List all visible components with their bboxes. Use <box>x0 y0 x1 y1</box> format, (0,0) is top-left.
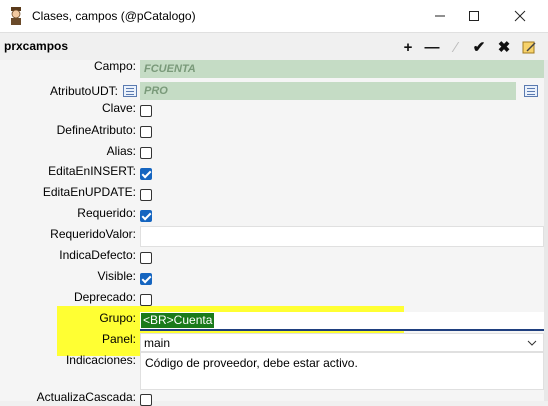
x-icon: ✖ <box>497 39 511 56</box>
atributoudt-field[interactable]: PRO <box>140 82 516 100</box>
panel-label: Panel: <box>101 332 136 346</box>
clave-label: Clave: <box>101 101 136 115</box>
scrollbar-edge[interactable] <box>544 60 548 401</box>
editaeninsert-checkbox[interactable] <box>140 168 152 180</box>
indicadefecto-checkbox[interactable] <box>140 252 152 264</box>
indicaciones-textarea[interactable]: Código de proveedor, debe estar activo. <box>140 352 544 390</box>
actualizacascada-checkbox[interactable] <box>140 394 152 406</box>
close-icon <box>514 10 526 22</box>
maximize-button[interactable] <box>457 0 491 32</box>
list-icon[interactable] <box>524 85 538 97</box>
toolbar-title: prxcampos <box>4 39 69 53</box>
add-button[interactable]: + <box>398 37 418 57</box>
deprecado-checkbox[interactable] <box>140 294 152 306</box>
visible-checkbox[interactable] <box>140 273 152 285</box>
atributoudt-label: AtributoUDT: <box>49 84 118 98</box>
grupo-label: Grupo: <box>99 311 136 325</box>
notes-button[interactable] <box>519 37 539 57</box>
cancel-button[interactable]: ✖ <box>494 37 514 57</box>
requerido-label: Requerido: <box>77 206 136 220</box>
minus-icon: — <box>424 38 440 56</box>
grupo-field[interactable]: <BR>Cuenta <box>140 312 544 331</box>
indicaciones-text: Código de proveedor, debe estar activo. <box>145 356 358 370</box>
panel-selected-value: main <box>144 336 171 350</box>
confirm-button[interactable]: ✔ <box>469 37 489 57</box>
alias-label: Alias: <box>106 144 136 158</box>
defineatributo-label: DefineAtributo: <box>56 123 136 137</box>
grupo-selected-text: <BR>Cuenta <box>141 313 215 328</box>
indicadefecto-label: IndicaDefecto: <box>59 248 136 262</box>
app-icon <box>11 7 21 25</box>
actualizacascada-label: ActualizaCascada: <box>36 390 136 404</box>
minimize-button[interactable] <box>423 0 457 32</box>
deprecado-label: Deprecado: <box>73 290 136 304</box>
panel-select[interactable]: main <box>140 333 544 352</box>
pencil-icon: ⁄ <box>454 38 458 56</box>
requeridovalor-field[interactable] <box>140 226 544 247</box>
visible-label: Visible: <box>97 269 136 283</box>
campo-label: Campo: <box>93 59 136 73</box>
close-button[interactable] <box>503 0 537 32</box>
defineatributo-checkbox[interactable] <box>140 126 152 138</box>
editaenupdate-checkbox[interactable] <box>140 189 152 201</box>
minimize-icon <box>435 15 445 17</box>
editaeninsert-label: EditaEnINSERT: <box>48 164 136 178</box>
toolbar: prxcampos + — ⁄ ✔ ✖ <box>0 32 548 61</box>
chevron-down-icon <box>527 340 537 346</box>
check-icon: ✔ <box>472 39 486 56</box>
campo-field[interactable]: FCUENTA <box>140 60 544 78</box>
list-icon[interactable] <box>123 85 137 97</box>
editaenupdate-label: EditaEnUPDATE: <box>42 185 136 199</box>
plus-icon: + <box>403 38 413 56</box>
window-title: Clases, campos (@pCatalogo) <box>32 9 196 23</box>
alias-checkbox[interactable] <box>140 147 152 159</box>
edit-button[interactable]: ⁄ <box>446 37 466 57</box>
requerido-checkbox[interactable] <box>140 210 152 222</box>
title-bar: Clases, campos (@pCatalogo) <box>0 0 548 32</box>
delete-button[interactable]: — <box>422 37 442 57</box>
requeridovalor-label: RequeridoValor: <box>50 227 136 241</box>
notepad-icon <box>522 41 536 54</box>
maximize-icon <box>469 11 479 21</box>
indicaciones-label: Indicaciones: <box>65 353 136 367</box>
clave-checkbox[interactable] <box>140 105 152 117</box>
